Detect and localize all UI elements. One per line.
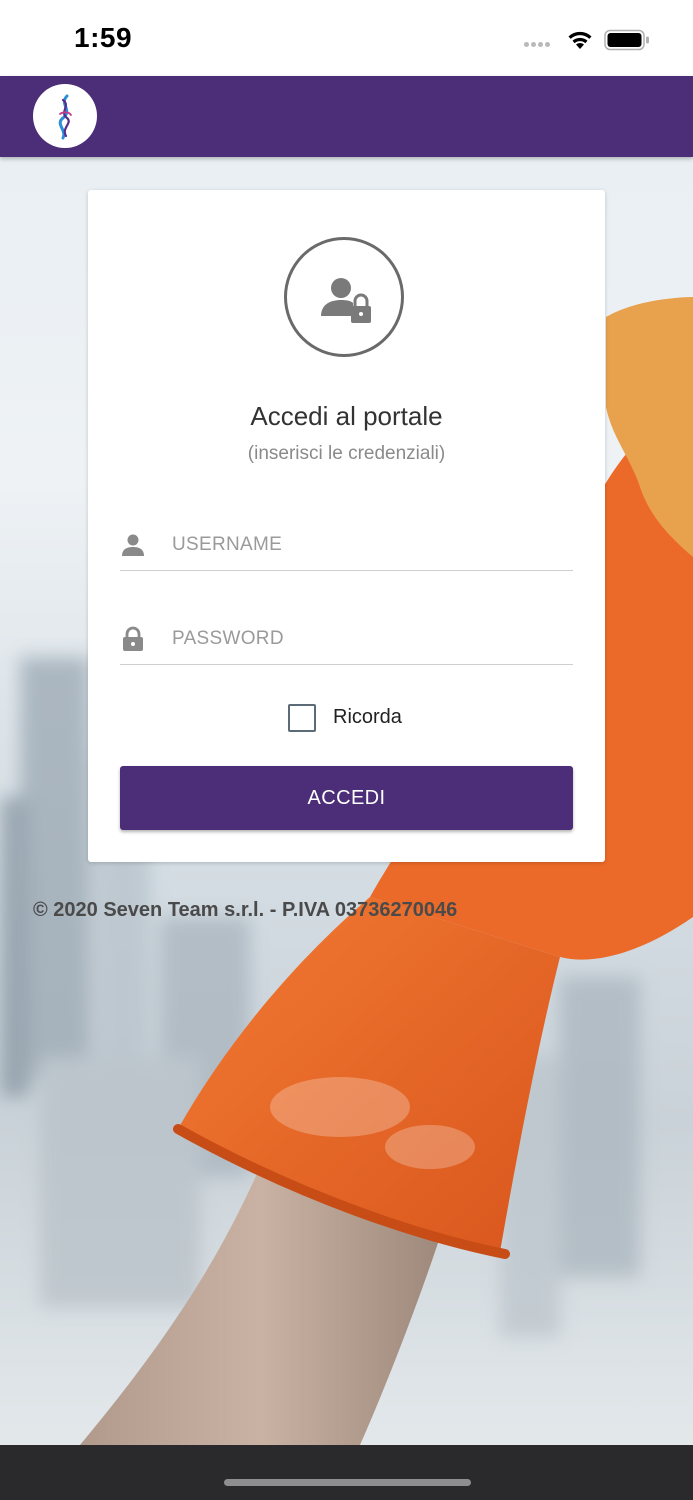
copyright-footer: © 2020 Seven Team s.r.l. - P.IVA 0373627… [33, 899, 458, 921]
status-bar: 1:59 [0, 0, 693, 76]
user-lock-icon [321, 278, 371, 323]
remember-label[interactable]: Ricorda [333, 706, 402, 729]
brand-logo-icon[interactable] [33, 84, 97, 148]
app-bar [0, 76, 693, 157]
wifi-icon [568, 31, 592, 49]
login-title: Accedi al portale [250, 401, 443, 431]
home-bar [0, 1445, 693, 1500]
cellular-signal-icon [524, 42, 558, 48]
username-field [120, 520, 573, 571]
user-lock-avatar [284, 237, 404, 357]
login-card: Accedi al portale (inserisci le credenzi… [88, 190, 605, 862]
login-subtitle: (inserisci le credenziali) [247, 443, 446, 464]
home-indicator[interactable] [224, 1479, 471, 1486]
password-input[interactable] [172, 622, 562, 656]
user-icon [122, 534, 144, 556]
lock-icon [123, 626, 143, 651]
remember-checkbox[interactable] [288, 704, 316, 732]
status-time: 1:59 [74, 22, 133, 53]
password-field [120, 614, 573, 665]
username-input[interactable] [172, 528, 562, 562]
battery-icon [604, 29, 649, 51]
login-button[interactable]: ACCEDI [120, 766, 573, 830]
